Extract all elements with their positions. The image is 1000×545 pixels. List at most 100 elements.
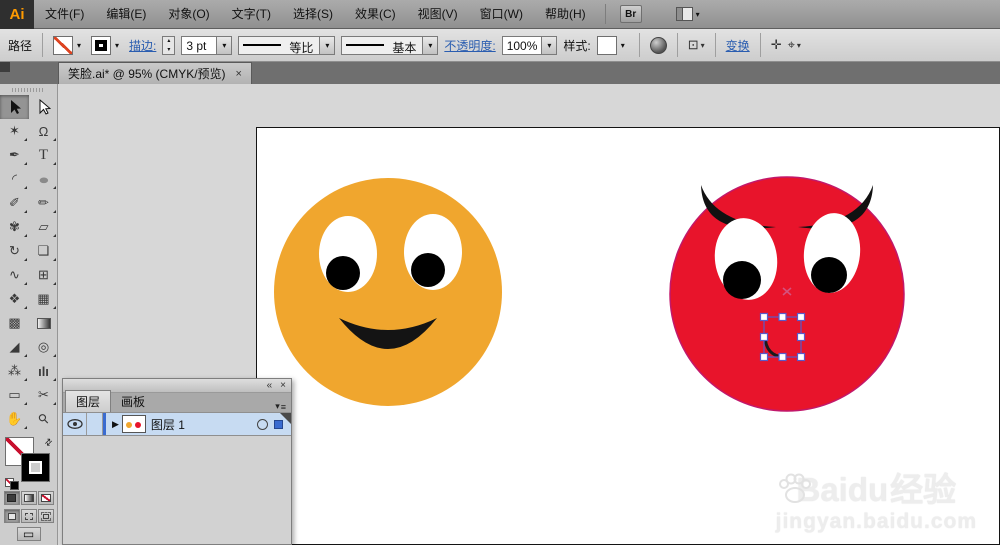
tool-artboard[interactable]: ▭ [0,383,29,407]
chevron-down-icon[interactable]: ▾ [216,36,232,54]
gradient-button[interactable] [20,491,37,505]
expand-layer-icon[interactable]: ▶ [112,419,119,430]
stroke-weight-value[interactable]: 3 pt [182,37,216,54]
menu-effect[interactable]: 效果(C) [344,0,407,28]
menu-help[interactable]: 帮助(H) [534,0,597,28]
menu-file[interactable]: 文件(F) [34,0,95,28]
chevron-down-icon[interactable]: ▾ [73,36,85,55]
chevron-down-icon[interactable]: ▾ [422,36,438,54]
align-button[interactable]: ✛ [771,37,782,53]
tab-artboards[interactable]: 画板 [111,391,155,412]
tool-slice[interactable]: ✂ [29,383,58,407]
tool-gradient[interactable] [29,311,58,335]
artboard[interactable]: Baidu 经验 jingyan.baidu.com [256,127,1000,545]
bridge-button[interactable]: Br [619,5,642,23]
workspace-switcher[interactable]: ▾ [675,7,700,21]
devil-face[interactable] [669,176,905,412]
stroke-panel-link[interactable]: 描边: [129,37,156,54]
width-profile-combo[interactable]: 等比 ▾ [238,35,336,55]
fill-color-control[interactable]: ▾ [53,35,85,55]
opacity-value[interactable]: 100% [503,37,542,54]
draw-inside-button[interactable] [37,509,54,523]
tool-scale[interactable]: ❏ [29,239,58,263]
brush-definition-combo[interactable]: 基本 ▾ [341,35,439,55]
layer-name[interactable]: 图层 1 [151,416,185,433]
devil-right-pupil[interactable] [811,257,847,293]
tool-type[interactable]: T [29,143,58,167]
layer-thumbnail[interactable] [121,415,146,433]
tool-paintbrush[interactable]: ✐ [0,191,29,215]
document-tab[interactable]: 笑脸.ai* @ 95% (CMYK/预览) × [58,62,252,84]
tool-blend[interactable]: ◎ [29,335,58,359]
menu-select[interactable]: 选择(S) [282,0,344,28]
tool-width[interactable]: ∿ [0,263,29,287]
chevron-down-icon[interactable]: ▾ [319,36,335,54]
tool-symbol-sprayer[interactable]: ⁂ [0,359,29,383]
menu-object[interactable]: 对象(O) [157,0,220,28]
fill-swatch-none-icon[interactable] [53,35,74,55]
chevron-down-icon[interactable]: ▾ [541,36,557,54]
pasteboard[interactable]: Baidu 经验 jingyan.baidu.com « × 图层 画板 ▾ ≡… [58,84,1000,545]
tool-selection[interactable] [0,95,29,119]
none-button[interactable] [37,491,54,505]
layer-row[interactable]: ▶ 图层 1 [63,412,291,436]
tool-pen[interactable]: ✒ [0,143,29,167]
tool-shape-builder[interactable]: ❖ [0,287,29,311]
tool-magic-wand[interactable]: ✶ [0,119,29,143]
menu-view[interactable]: 视图(V) [407,0,469,28]
collapse-panel-icon[interactable]: « [267,380,273,391]
smiley-right-pupil[interactable] [411,253,445,287]
tool-ellipse[interactable]: ● [29,167,58,191]
tool-zoom[interactable]: ⚲ [29,407,58,431]
tool-free-transform[interactable]: ⊞ [29,263,58,287]
style-control[interactable]: ▾ [596,35,629,55]
swap-fill-stroke-icon[interactable]: ⇄ [42,436,55,449]
tool-perspective-grid[interactable]: ▦ [29,287,58,311]
smiley-left-pupil[interactable] [326,256,360,290]
target-circle-icon[interactable] [257,418,268,430]
isolate-button[interactable]: ⌖ ▾ [788,37,801,53]
stroke-weight-combo[interactable]: 3 pt ▾ [181,35,233,55]
visibility-toggle[interactable] [63,413,87,435]
opacity-combo[interactable]: 100% ▾ [501,35,558,55]
select-similar-button[interactable]: ⊡ ▾ [688,37,705,53]
menu-type[interactable]: 文字(T) [221,0,282,28]
menu-edit[interactable]: 编辑(E) [95,0,157,28]
color-button[interactable] [3,491,20,505]
devil-left-pupil[interactable] [723,261,761,299]
panel-menu-button[interactable]: ▾ ≡ [275,401,291,412]
draw-behind-button[interactable] [20,509,37,523]
tool-line-segment[interactable]: ◜ [0,167,29,191]
panel-gripper[interactable] [12,88,45,92]
smiley-face[interactable] [274,178,502,406]
transform-link[interactable]: 变换 [726,37,750,54]
close-icon[interactable]: × [280,380,286,391]
screen-mode-button[interactable]: ▭ [16,527,41,541]
stepper-down-icon[interactable]: ▾ [163,46,174,55]
style-swatch[interactable] [596,35,617,55]
chevron-down-icon[interactable]: ▾ [617,36,629,55]
tool-direct-selection[interactable] [29,95,58,119]
tool-eraser[interactable]: ▱ [29,215,58,239]
chevron-down-icon[interactable]: ▾ [111,36,123,55]
tab-layers[interactable]: 图层 [65,390,112,412]
tool-lasso[interactable]: Ω [29,119,58,143]
stroke-proxy-black[interactable] [20,453,50,482]
opacity-link[interactable]: 不透明度: [444,37,495,54]
tool-rotate[interactable]: ↻ [0,239,29,263]
tool-blob-brush[interactable]: ✾ [0,215,29,239]
close-icon[interactable]: × [236,68,242,80]
tool-pencil[interactable]: ✏ [29,191,58,215]
stepper-up-icon[interactable]: ▴ [163,37,174,46]
menu-window[interactable]: 窗口(W) [469,0,534,28]
tool-column-graph[interactable]: ılı [29,359,58,383]
stroke-swatch-icon[interactable] [91,35,112,55]
draw-normal-button[interactable] [3,509,20,523]
tool-hand[interactable]: ✋ [0,407,29,431]
lock-toggle[interactable] [87,413,103,435]
tool-mesh[interactable]: ▩ [0,311,29,335]
stroke-color-control[interactable]: ▾ [91,35,123,55]
stroke-weight-stepper[interactable]: ▴ ▾ [162,35,176,55]
tool-eyedropper[interactable]: ◢ [0,335,29,359]
recolor-artwork-icon[interactable] [649,36,667,54]
